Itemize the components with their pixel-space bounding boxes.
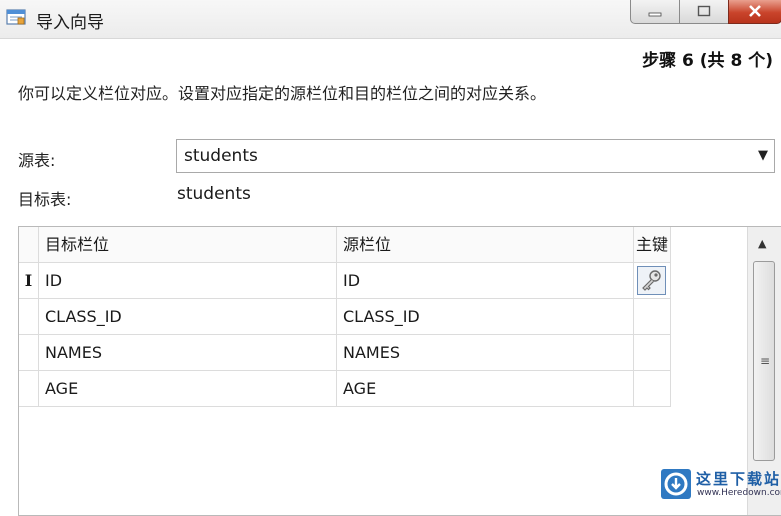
primary-key-cell[interactable] [634, 335, 671, 371]
close-button[interactable] [728, 0, 781, 24]
window-title: 导入向导 [36, 13, 104, 33]
target-table-label: 目标表: [18, 190, 72, 209]
table-row[interactable]: NAMES NAMES [19, 335, 671, 371]
row-indicator [19, 371, 39, 407]
minimize-icon [648, 2, 662, 21]
source-field-cell[interactable]: ID [337, 263, 634, 299]
source-table-value: students [184, 146, 258, 166]
grid-header-row: 目标栏位 源栏位 主键 [19, 227, 671, 263]
watermark-text: 这里下载站 [696, 470, 781, 488]
current-row-indicator: I [19, 263, 39, 299]
primary-key-cell[interactable] [634, 371, 671, 407]
target-field-cell[interactable]: AGE [39, 371, 337, 407]
primary-key-cell[interactable] [634, 263, 671, 299]
target-table-value: students [177, 184, 251, 204]
watermark-logo [661, 469, 691, 499]
chevron-down-icon: ▼ [758, 148, 768, 163]
maximize-button[interactable] [679, 0, 729, 24]
scrollbar-thumb[interactable]: ≡ [753, 261, 775, 461]
row-indicator [19, 335, 39, 371]
source-table-select[interactable]: students ▼ [176, 139, 775, 173]
target-field-cell[interactable]: ID [39, 263, 337, 299]
grip-icon: ≡ [760, 354, 771, 368]
scroll-up-icon[interactable]: ▲ [758, 237, 766, 250]
target-field-cell[interactable]: CLASS_ID [39, 299, 337, 335]
source-table-label: 源表: [18, 151, 56, 170]
import-wizard-icon [6, 8, 26, 26]
source-field-cell[interactable]: CLASS_ID [337, 299, 634, 335]
step-indicator: 步骤 6 (共 8 个) [642, 51, 773, 71]
column-header-source-field[interactable]: 源栏位 [337, 227, 634, 263]
minimize-button[interactable] [630, 0, 680, 24]
source-field-cell[interactable]: AGE [337, 371, 634, 407]
table-row[interactable]: CLASS_ID CLASS_ID [19, 299, 671, 335]
primary-key-cell[interactable] [634, 299, 671, 335]
table-row[interactable]: AGE AGE [19, 371, 671, 407]
page-description: 你可以定义栏位对应。设置对应指定的源栏位和目的栏位之间的对应关系。 [18, 84, 547, 103]
watermark-url: www.Heredown.com [697, 488, 781, 498]
maximize-icon [697, 2, 711, 21]
row-indicator [19, 299, 39, 335]
key-icon [637, 266, 666, 295]
table-row[interactable]: I ID ID [19, 263, 671, 299]
target-field-cell[interactable]: NAMES [39, 335, 337, 371]
close-icon [748, 2, 762, 21]
column-header-target-field[interactable]: 目标栏位 [39, 227, 337, 263]
title-bar: 导入向导 [0, 0, 781, 39]
column-header-primary-key[interactable]: 主键 [634, 227, 671, 263]
row-indicator-header [19, 227, 39, 263]
source-field-cell[interactable]: NAMES [337, 335, 634, 371]
